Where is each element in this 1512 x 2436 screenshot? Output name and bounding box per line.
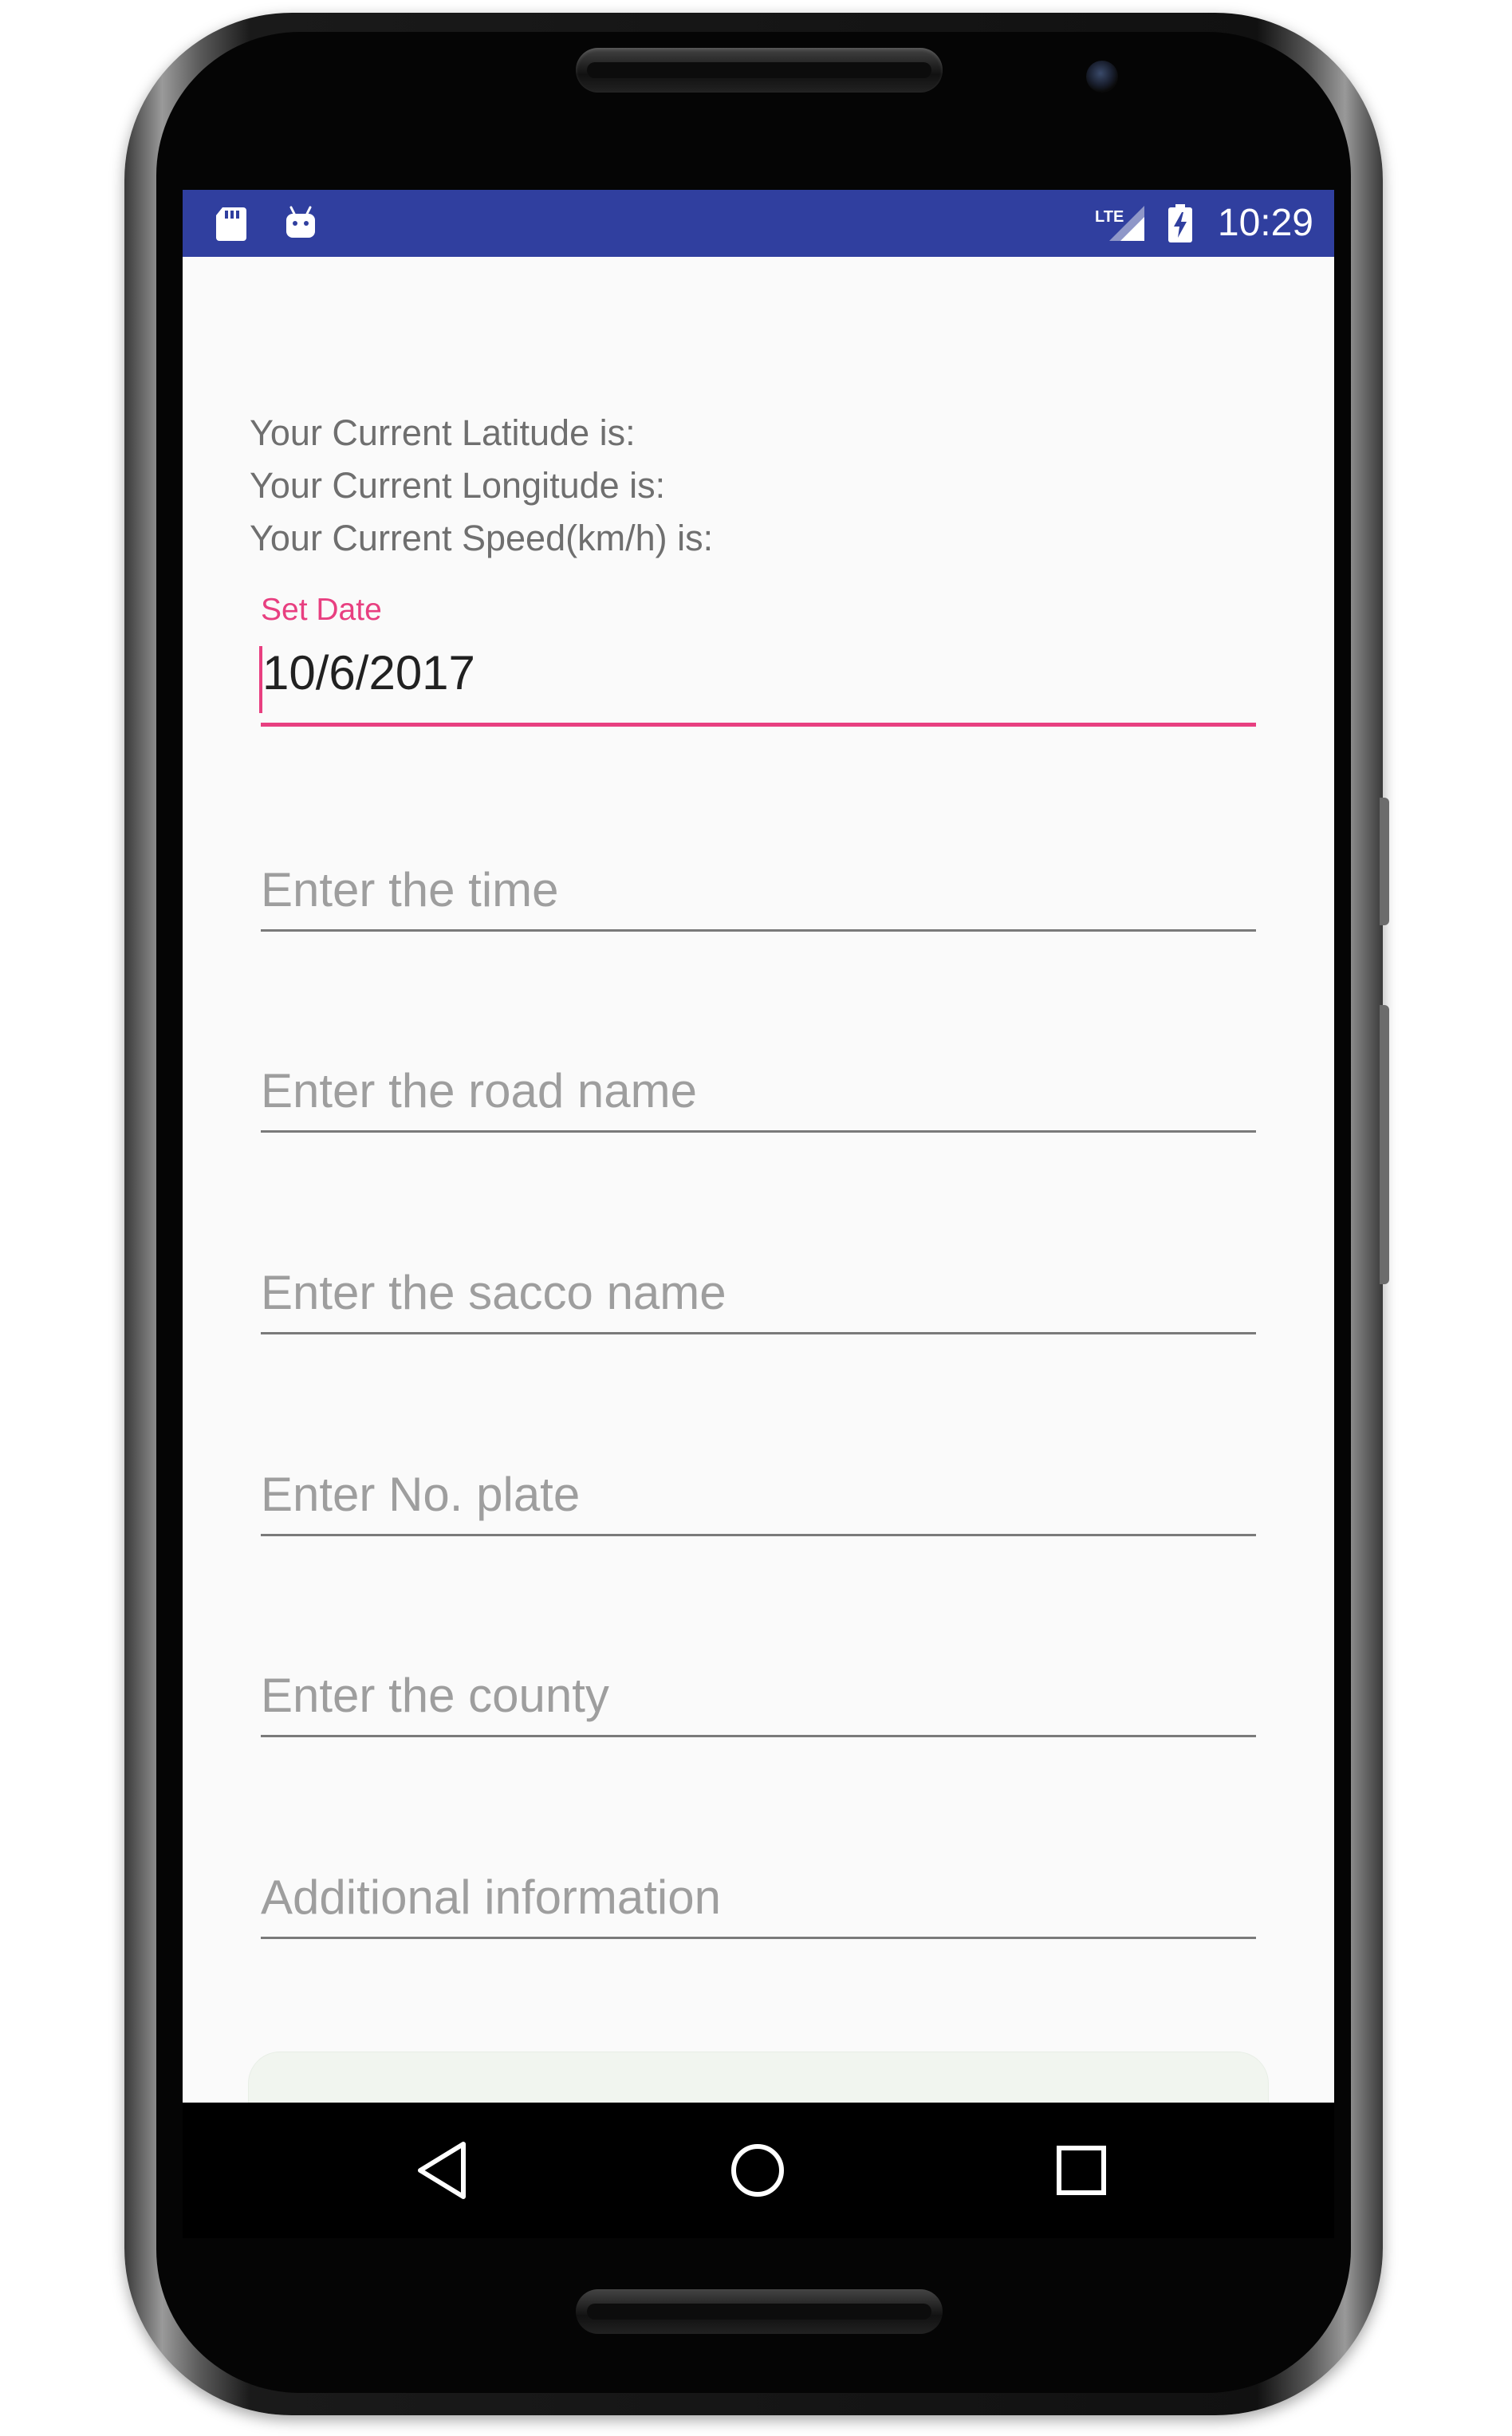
sd-card-icon	[216, 207, 246, 241]
county-input-hint: Enter the county	[261, 1669, 609, 1722]
road-name-input[interactable]: Enter the road name	[261, 1061, 1256, 1133]
bottom-speaker-grille	[576, 2289, 943, 2334]
android-icon	[286, 206, 315, 238]
date-input[interactable]: 10/6/2017	[262, 644, 475, 702]
navigation-bar	[183, 2103, 1334, 2238]
status-time: 10:29	[1217, 202, 1313, 244]
plate-number-input-hint: Enter No. plate	[261, 1468, 581, 1521]
time-input[interactable]: Enter the time	[261, 860, 1256, 932]
plate-number-input-underline	[261, 1534, 1256, 1536]
back-icon[interactable]	[408, 2134, 479, 2206]
county-input-underline	[261, 1735, 1256, 1737]
road-name-input-hint: Enter the road name	[261, 1064, 698, 1117]
latitude-label: Your Current Latitude is:	[250, 412, 636, 453]
front-camera	[1086, 61, 1118, 93]
app-screen: LTE 10:29 Your Current Latitude is: Your…	[183, 190, 1334, 2103]
longitude-label: Your Current Longitude is:	[250, 465, 666, 506]
lte-label: LTE	[1095, 208, 1124, 226]
recents-icon[interactable]	[1045, 2134, 1117, 2206]
time-input-underline	[261, 929, 1256, 932]
status-bar: LTE 10:29	[183, 190, 1334, 257]
road-name-input-underline	[261, 1130, 1256, 1133]
top-speaker-grille	[576, 48, 943, 93]
submit-button[interactable]	[248, 2052, 1269, 2103]
county-input[interactable]: Enter the county	[261, 1665, 1256, 1737]
lte-signal-icon: LTE	[1095, 206, 1144, 241]
volume-rocker	[1380, 1005, 1389, 1284]
time-input-hint: Enter the time	[261, 863, 559, 916]
additional-info-input[interactable]: Additional information	[261, 1867, 1256, 1939]
plate-number-input[interactable]: Enter No. plate	[261, 1464, 1256, 1536]
additional-info-input-hint: Additional information	[261, 1870, 722, 1924]
power-button	[1380, 798, 1389, 925]
home-icon[interactable]	[722, 2134, 793, 2206]
sacco-name-input-hint: Enter the sacco name	[261, 1266, 726, 1319]
date-input-underline	[261, 723, 1256, 727]
sacco-name-input-underline	[261, 1332, 1256, 1334]
report-form: Your Current Latitude is: Your Current L…	[183, 257, 1334, 2103]
speed-label: Your Current Speed(km/h) is:	[250, 518, 714, 558]
additional-info-input-underline	[261, 1937, 1256, 1939]
device-mockup: LTE 10:29 Your Current Latitude is: Your…	[0, 0, 1512, 2436]
sacco-name-input[interactable]: Enter the sacco name	[261, 1263, 1256, 1334]
set-date-label: Set Date	[261, 593, 382, 627]
battery-charging-icon	[1168, 204, 1192, 242]
